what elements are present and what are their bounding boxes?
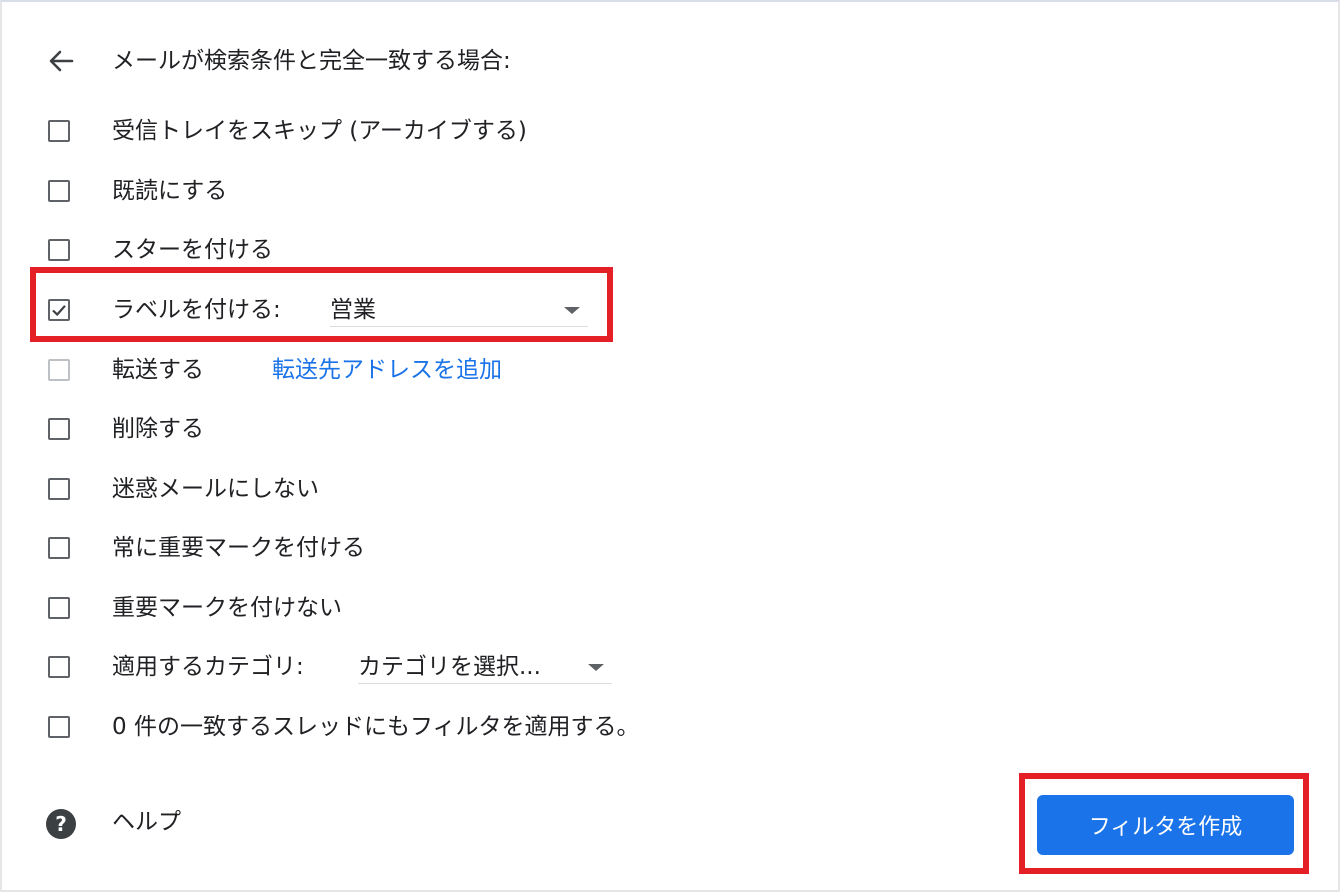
delete-checkbox[interactable] xyxy=(48,418,70,440)
always-important-label: 常に重要マークを付ける xyxy=(112,535,365,561)
never-important-label: 重要マークを付けない xyxy=(112,595,342,621)
option-category: 適用するカテゴリ: カテゴリを選択... xyxy=(0,643,1000,693)
chevron-down-icon xyxy=(564,307,580,314)
svg-text:?: ? xyxy=(55,812,67,836)
apply-to-matching-label: 0 件の一致するスレッドにもフィルタを適用する。 xyxy=(112,714,640,740)
option-apply-label: ラベルを付ける: 営業 xyxy=(0,286,1000,336)
category-select-value: カテゴリを選択... xyxy=(358,654,541,680)
never-spam-label: 迷惑メールにしない xyxy=(112,476,319,502)
option-mark-read: 既読にする xyxy=(0,167,1000,217)
never-important-checkbox[interactable] xyxy=(48,597,70,619)
option-delete: 削除する xyxy=(0,405,1000,455)
option-never-spam: 迷惑メールにしない xyxy=(0,465,1000,515)
page-title: メールが検索条件と完全一致する場合: xyxy=(112,48,511,74)
dialog-header: メールが検索条件と完全一致する場合: xyxy=(0,30,1344,90)
check-icon xyxy=(52,305,66,317)
chevron-down-icon xyxy=(588,664,604,671)
label-select-value: 営業 xyxy=(330,297,376,323)
forward-checkbox[interactable] xyxy=(48,359,70,381)
arrow-left-icon[interactable] xyxy=(44,44,78,78)
option-forward: 転送する 転送先アドレスを追加 xyxy=(0,346,1000,396)
delete-label: 削除する xyxy=(112,416,204,442)
star-checkbox[interactable] xyxy=(48,239,70,261)
category-checkbox[interactable] xyxy=(48,656,70,678)
option-never-important: 重要マークを付けない xyxy=(0,584,1000,634)
category-label: 適用するカテゴリ: xyxy=(112,654,304,680)
help-circle-icon[interactable]: ? xyxy=(44,807,78,841)
apply-to-matching-checkbox[interactable] xyxy=(48,716,70,738)
apply-label-label: ラベルを付ける: xyxy=(112,297,281,323)
mark-read-label: 既読にする xyxy=(112,178,228,204)
mark-read-checkbox[interactable] xyxy=(48,180,70,202)
add-forwarding-address-link[interactable]: 転送先アドレスを追加 xyxy=(272,354,502,386)
apply-label-checkbox[interactable] xyxy=(48,299,70,321)
option-skip-inbox: 受信トレイをスキップ (アーカイブする) xyxy=(0,107,1000,157)
never-spam-checkbox[interactable] xyxy=(48,478,70,500)
help-link[interactable]: ヘルプ xyxy=(112,806,181,838)
skip-inbox-checkbox[interactable] xyxy=(48,120,70,142)
create-filter-button[interactable]: フィルタを作成 xyxy=(1037,795,1294,855)
forward-label: 転送する xyxy=(112,357,204,383)
option-apply-to-matching: 0 件の一致するスレッドにもフィルタを適用する。 xyxy=(0,703,1000,753)
skip-inbox-label: 受信トレイをスキップ (アーカイブする) xyxy=(112,118,527,144)
category-select[interactable]: カテゴリを選択... xyxy=(358,649,612,684)
star-label: スターを付ける xyxy=(112,237,273,263)
always-important-checkbox[interactable] xyxy=(48,537,70,559)
label-select[interactable]: 営業 xyxy=(330,292,588,327)
option-star: スターを付ける xyxy=(0,226,1000,276)
option-always-important: 常に重要マークを付ける xyxy=(0,524,1000,574)
